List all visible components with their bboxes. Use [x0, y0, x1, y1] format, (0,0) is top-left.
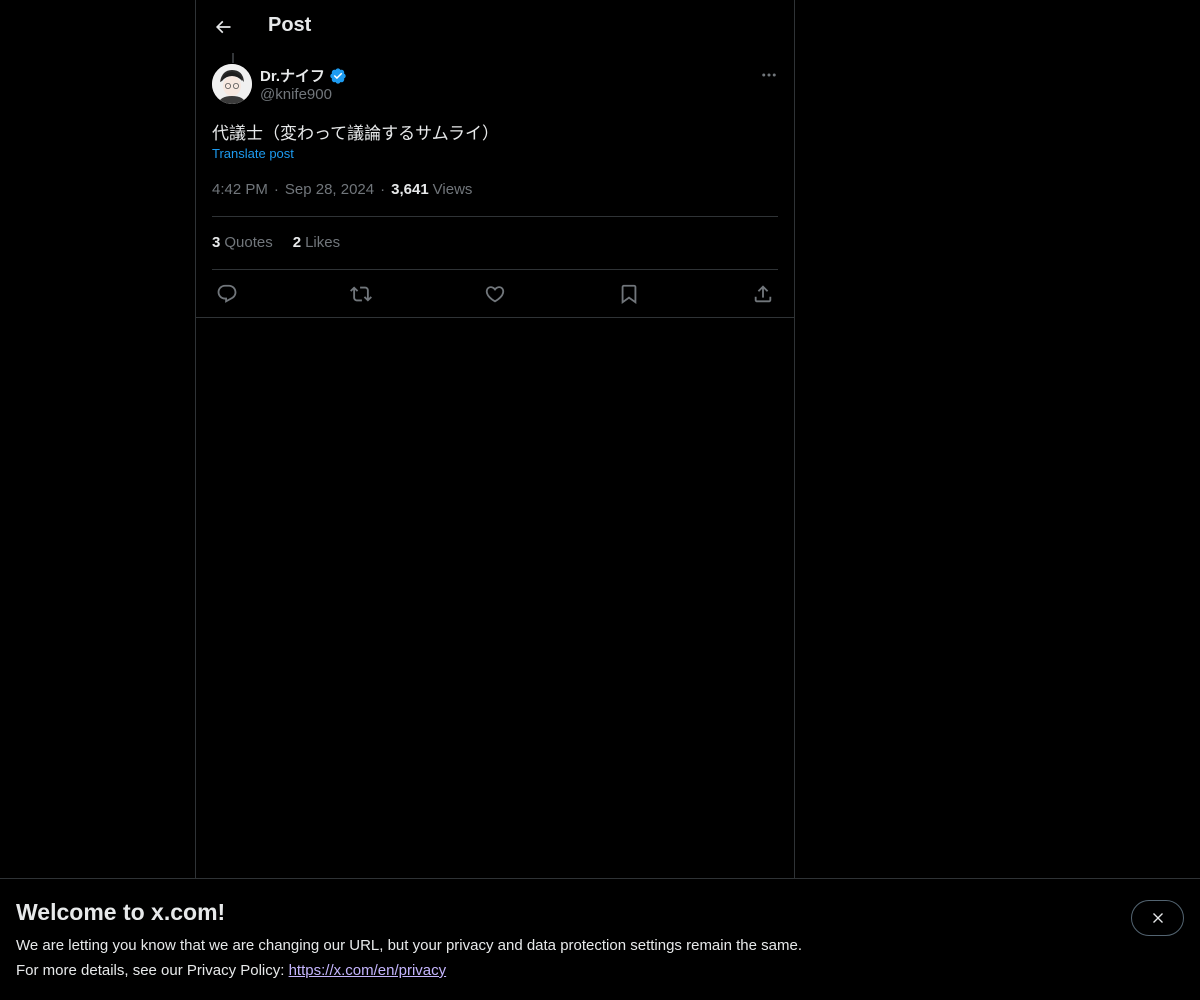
share-icon: [754, 285, 772, 303]
share-button[interactable]: [748, 280, 778, 308]
banner-message: We are letting you know that we are chan…: [16, 937, 802, 954]
quotes-label: Quotes: [224, 234, 273, 251]
main-column: Post Dr.ナイフ @knife900 代議士（変わって議論するサムライ） …: [195, 0, 795, 878]
close-icon: [1152, 913, 1163, 923]
repost-button[interactable]: [346, 280, 376, 308]
thread-connector: [232, 53, 234, 63]
reply-button[interactable]: [212, 280, 242, 308]
verified-badge-icon: [330, 67, 346, 84]
meta-separator: ·: [273, 181, 279, 198]
bookmark-button[interactable]: [614, 280, 644, 308]
banner-privacy-prefix: For more details, see our Privacy Policy…: [16, 962, 289, 979]
back-button[interactable]: [206, 10, 240, 44]
divider: [196, 317, 794, 318]
author-name-text: Dr.ナイフ: [260, 68, 326, 85]
repost-icon: [350, 286, 372, 302]
action-bar: [212, 280, 778, 308]
like-button[interactable]: [480, 280, 510, 308]
author-handle[interactable]: @knife900: [260, 86, 332, 103]
welcome-banner: Welcome to x.com! We are letting you kno…: [0, 878, 1200, 1000]
likes-label: Likes: [305, 234, 341, 251]
post-time[interactable]: 4:42 PM: [212, 181, 268, 198]
arrow-left-icon: [215, 20, 231, 34]
heart-icon: [485, 286, 505, 303]
close-banner-button[interactable]: [1131, 900, 1184, 936]
author-name[interactable]: Dr.ナイフ: [260, 65, 347, 86]
post-text: 代議士（変わって議論するサムライ）: [212, 124, 499, 144]
meta-separator: ·: [380, 181, 386, 198]
engagement-stats: 3 Quotes 2 Likes: [212, 234, 340, 251]
divider: [212, 269, 778, 270]
more-horizontal-icon: [762, 73, 776, 77]
banner-title: Welcome to x.com!: [16, 899, 226, 925]
quotes-stat[interactable]: 3 Quotes: [212, 234, 273, 251]
banner-privacy-line: For more details, see our Privacy Policy…: [16, 962, 446, 979]
page-header: Post: [196, 0, 794, 53]
quotes-count: 3: [212, 234, 221, 251]
more-button[interactable]: [756, 62, 782, 88]
divider: [212, 216, 778, 217]
post-meta: 4:42 PM · Sep 28, 2024 · 3,641 Views: [212, 181, 472, 198]
views-label: Views: [432, 181, 473, 198]
page-title: Post: [268, 14, 312, 36]
bookmark-icon: [621, 284, 637, 305]
views-count: 3,641: [391, 181, 429, 198]
reply-icon: [217, 284, 237, 303]
likes-stat[interactable]: 2 Likes: [293, 234, 340, 251]
translate-post-link[interactable]: Translate post: [212, 146, 294, 161]
likes-count: 2: [292, 234, 302, 251]
avatar[interactable]: [212, 64, 252, 104]
privacy-policy-link[interactable]: https://x.com/en/privacy: [289, 962, 447, 979]
post-date[interactable]: Sep 28, 2024: [285, 181, 374, 198]
